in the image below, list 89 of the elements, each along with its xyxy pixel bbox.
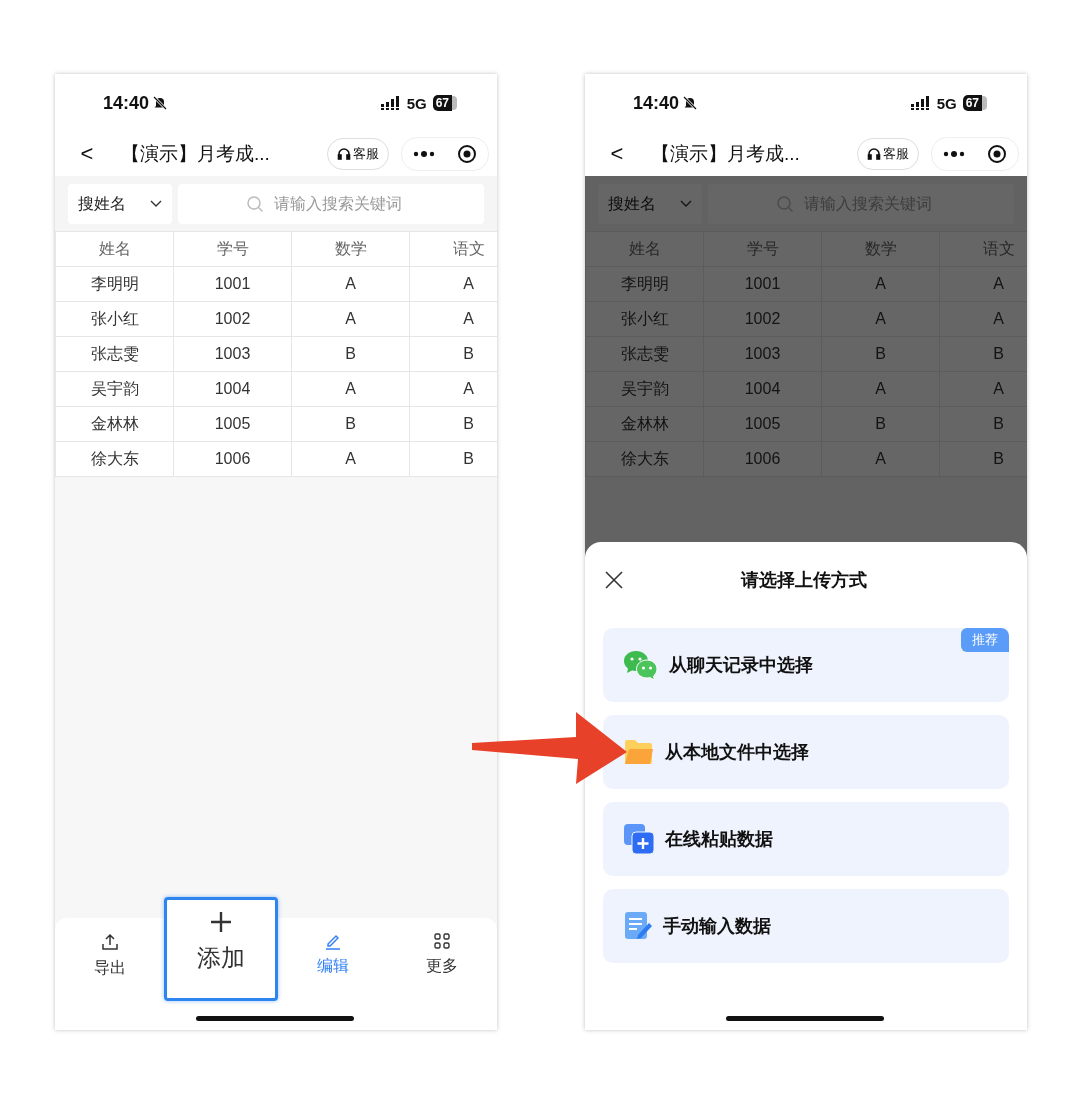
column-header: 数学 — [291, 231, 410, 267]
copy-plus-icon — [623, 823, 655, 855]
table-cell: 1001 — [703, 266, 822, 302]
chat-bubbles-icon — [623, 649, 659, 681]
table-cell: 1005 — [173, 406, 292, 442]
column-header: 数学 — [821, 231, 940, 267]
recommend-badge: 推荐 — [961, 628, 1009, 652]
table-cell: A — [291, 266, 410, 302]
table-cell: A — [821, 441, 940, 477]
table-cell: A — [821, 301, 940, 337]
muted-bell-icon — [152, 95, 169, 111]
toolbar-button[interactable]: 更多 — [387, 918, 497, 1030]
customer-service-button[interactable]: 客服 — [327, 138, 389, 170]
table-cell: 1002 — [173, 301, 292, 337]
table-cell: B — [291, 406, 410, 442]
search-icon — [776, 195, 794, 213]
field-select[interactable]: 搜姓名 — [68, 184, 172, 224]
table-cell: 张志雯 — [585, 336, 704, 372]
table-cell: 徐大东 — [585, 441, 704, 477]
column-header: 学号 — [703, 231, 822, 267]
column-header: 语文 — [409, 231, 497, 267]
headphones-icon — [337, 147, 351, 161]
table-cell: 1004 — [703, 371, 822, 407]
upload-option[interactable]: 从本地文件中选择 — [603, 715, 1009, 789]
muted-bell-icon — [682, 95, 699, 111]
table-cell: A — [821, 266, 940, 302]
more-icon[interactable] — [413, 150, 435, 158]
column-header: 学号 — [173, 231, 292, 267]
table-cell: 1005 — [703, 406, 822, 442]
network-type: 5G — [936, 94, 957, 112]
table-cell: B — [291, 336, 410, 372]
table-cell: 1004 — [173, 371, 292, 407]
back-button[interactable]: < — [605, 141, 629, 167]
back-button[interactable]: < — [75, 141, 99, 167]
table-cell: B — [821, 406, 940, 442]
battery-tip-icon — [452, 96, 457, 110]
chevron-down-icon — [150, 200, 162, 208]
upload-option[interactable]: 在线粘贴数据 — [603, 802, 1009, 876]
table-cell: 1006 — [703, 441, 822, 477]
search-icon — [246, 195, 264, 213]
table-cell: 1001 — [173, 266, 292, 302]
page-title: 【演示】月考成... — [651, 142, 800, 166]
column-header: 语文 — [939, 231, 1027, 267]
table-cell: 1006 — [173, 441, 292, 477]
table-cell: 李明明 — [585, 266, 704, 302]
page-title: 【演示】月考成... — [121, 142, 270, 166]
battery-tip-icon — [982, 96, 987, 110]
upload-option[interactable]: 从聊天记录中选择 推荐 — [603, 628, 1009, 702]
table-cell: A — [821, 371, 940, 407]
table-cell: B — [821, 336, 940, 372]
close-mini-program-icon[interactable] — [987, 144, 1007, 164]
battery-level: 67 — [432, 95, 452, 111]
table-cell: 张志雯 — [55, 336, 174, 372]
more-icon[interactable] — [943, 150, 965, 158]
sheet-title: 请选择上传方式 — [739, 569, 868, 592]
chevron-down-icon — [680, 200, 692, 208]
close-icon[interactable] — [605, 571, 623, 589]
column-header: 姓名 — [585, 231, 704, 267]
close-mini-program-icon[interactable] — [457, 144, 477, 164]
table-cell: 1002 — [703, 301, 822, 337]
toolbar-button[interactable]: 添加 — [164, 897, 279, 1001]
plus-icon — [209, 910, 234, 934]
table-cell: 张小红 — [55, 301, 174, 337]
status-time: 14:40 — [633, 92, 680, 114]
upload-icon — [99, 932, 120, 952]
table-cell: 吴宇韵 — [55, 371, 174, 407]
network-type: 5G — [406, 94, 427, 112]
table-cell: 1003 — [173, 336, 292, 372]
table-cell: 李明明 — [55, 266, 174, 302]
table-cell: A — [291, 371, 410, 407]
table-cell: 吴宇韵 — [585, 371, 704, 407]
column-header: 姓名 — [55, 231, 174, 267]
toolbar-button[interactable]: 导出 — [55, 918, 165, 1030]
status-time: 14:40 — [103, 92, 150, 114]
table-cell: 徐大东 — [55, 441, 174, 477]
table-cell: A — [291, 441, 410, 477]
toolbar-button[interactable]: 编辑 — [278, 918, 388, 1030]
table-cell: 金林林 — [585, 406, 704, 442]
battery-level: 67 — [962, 95, 982, 111]
headphones-icon — [867, 147, 881, 161]
table-cell: A — [291, 301, 410, 337]
document-pencil-icon — [623, 911, 653, 941]
customer-service-button[interactable]: 客服 — [857, 138, 919, 170]
table-cell: 张小红 — [585, 301, 704, 337]
table-cell: 1003 — [703, 336, 822, 372]
grid-icon — [433, 932, 452, 950]
folder-icon — [623, 738, 655, 766]
upload-option[interactable]: 手动输入数据 — [603, 889, 1009, 963]
table-cell: 金林林 — [55, 406, 174, 442]
